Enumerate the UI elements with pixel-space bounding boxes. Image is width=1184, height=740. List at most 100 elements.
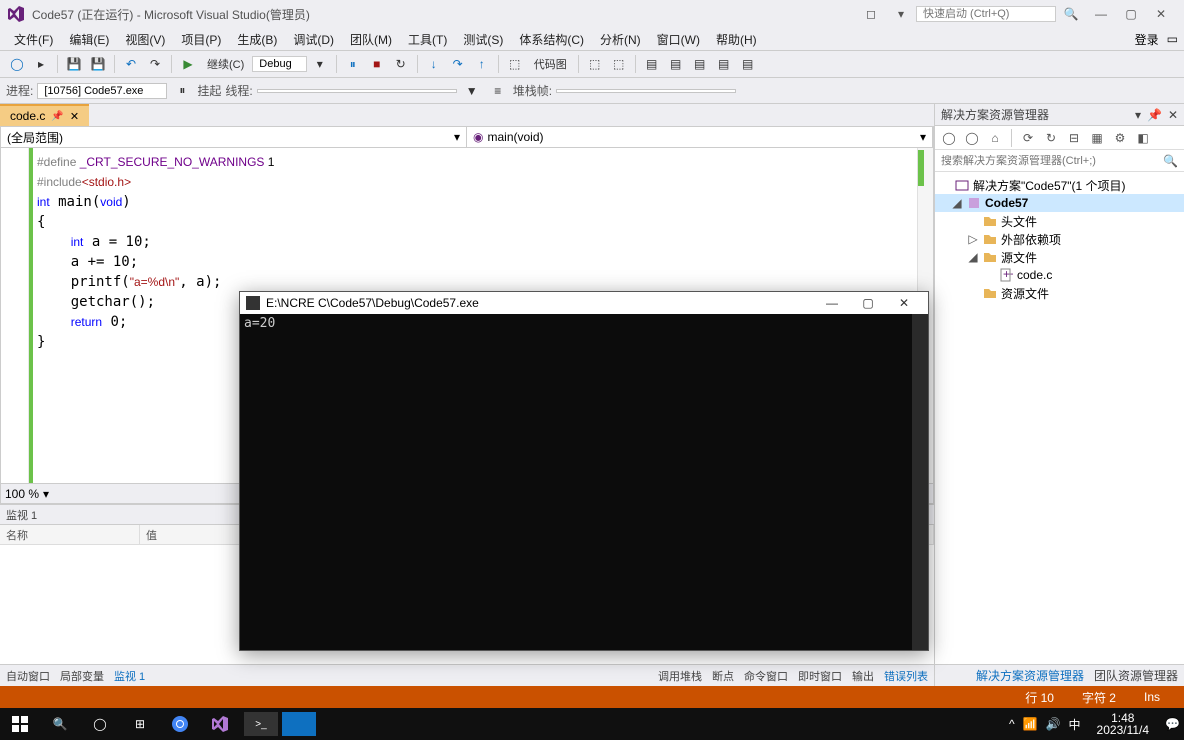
step-into-icon[interactable]: ↓ [423,53,445,75]
sol-props-icon[interactable]: ⚙ [1110,128,1130,148]
menu-tools[interactable]: 工具(T) [400,29,455,50]
sol-search-icon[interactable]: 🔍 [1157,154,1184,168]
zoom-combo[interactable]: 100 % [5,487,39,501]
sol-showall-icon[interactable]: ▦ [1087,128,1107,148]
search-icon[interactable]: 🔍 [1056,2,1086,26]
sol-home-icon[interactable]: ⌂ [985,128,1005,148]
notif-icon[interactable]: ◻ [856,2,886,26]
tab-locals[interactable]: 局部变量 [60,668,104,684]
tab-immediate[interactable]: 即时窗口 [798,668,842,684]
saveall-icon[interactable]: 💾 [87,53,109,75]
sol-dropdown-icon[interactable]: ▾ [1135,108,1141,122]
step-out-icon[interactable]: ↑ [471,53,493,75]
menu-team[interactable]: 团队(M) [342,29,400,50]
system-tray[interactable]: ^ 📶 🔊 中 1:482023/11/4 💬 [1009,712,1184,736]
menu-view[interactable]: 视图(V) [117,29,173,50]
thread-combo[interactable] [257,89,457,93]
tab-watch1[interactable]: 监视 1 [114,668,145,684]
config-combo[interactable]: Debug [252,56,306,72]
member-combo[interactable]: ◉main(void)▾ [467,127,933,147]
login-link[interactable]: 登录 [1135,31,1159,48]
save-icon[interactable]: 💾 [63,53,85,75]
taskview-icon[interactable]: ⊞ [120,708,160,740]
terminal-task-icon[interactable]: >_ [244,712,278,736]
minimize-icon[interactable]: — [1086,2,1116,26]
tab-autos[interactable]: 自动窗口 [6,668,50,684]
menu-debug[interactable]: 调试(D) [285,29,342,50]
sol-sync-icon[interactable]: ⟳ [1018,128,1038,148]
chrome-icon[interactable] [160,708,200,740]
restart-icon[interactable]: ↻ [390,53,412,75]
sol-preview-icon[interactable]: ◧ [1133,128,1153,148]
pin-icon[interactable]: 📌 [51,111,63,122]
cortana-icon[interactable]: ◯ [80,708,120,740]
tab-close-icon[interactable]: ✕ [70,110,79,123]
console-window[interactable]: E:\NCRE C\Code57\Debug\Code57.exe — ▢ ✕ … [239,291,929,651]
tool-icon-3[interactable]: ▤ [641,53,663,75]
sol-pin-icon[interactable]: 📌 [1147,108,1162,122]
menu-build[interactable]: 生成(B) [229,29,285,50]
scope-combo[interactable]: (全局范围)▾ [1,127,467,147]
tab-command[interactable]: 命令窗口 [744,668,788,684]
menu-edit[interactable]: 编辑(E) [61,29,117,50]
clock[interactable]: 1:482023/11/4 [1089,712,1158,736]
tab-breakpoints[interactable]: 断点 [712,668,734,684]
tab-errors[interactable]: 错误列表 [884,668,928,684]
tab-callstack[interactable]: 调用堆栈 [658,668,702,684]
continue-label[interactable]: 继续(C) [201,56,250,72]
step-over-icon[interactable]: ↷ [447,53,469,75]
sol-resource[interactable]: 资源文件 [935,284,1184,302]
menu-test[interactable]: 测试(S) [455,29,511,50]
close-icon[interactable]: ✕ [1146,2,1176,26]
tab-team-explorer[interactable]: 团队资源管理器 [1094,667,1178,684]
sol-headers[interactable]: 头文件 [935,212,1184,230]
console-scrollbar[interactable] [912,314,928,650]
tool-icon-5[interactable]: ▤ [689,53,711,75]
console-output[interactable]: a=20 [240,314,912,650]
console-min-icon[interactable]: — [814,292,850,314]
console-close-icon[interactable]: ✕ [886,292,922,314]
quick-launch-input[interactable] [916,6,1056,22]
continue-icon[interactable]: ▶ [177,53,199,75]
search-task-icon[interactable]: 🔍 [40,708,80,740]
sol-external[interactable]: ▷外部依赖项 [935,230,1184,248]
editor-margin[interactable] [1,148,29,483]
start-button[interactable] [0,708,40,740]
user-icon[interactable]: ▭ [1167,32,1178,46]
lang-indicator[interactable]: 中 [1069,716,1081,733]
menu-file[interactable]: 文件(F) [6,29,61,50]
console-max-icon[interactable]: ▢ [850,292,886,314]
tool-icon-6[interactable]: ▤ [713,53,735,75]
process-combo[interactable]: [10756] Code57.exe [37,83,167,99]
redo-icon[interactable]: ↷ [144,53,166,75]
sol-codec[interactable]: ++code.c [935,266,1184,284]
stackframe-combo[interactable] [556,89,736,93]
sol-tree[interactable]: 解决方案"Code57"(1 个项目) ◢Code57 头文件 ▷外部依赖项 ◢… [935,172,1184,664]
sol-refresh-icon[interactable]: ↻ [1041,128,1061,148]
tool-icon-4[interactable]: ▤ [665,53,687,75]
dropdown-icon[interactable]: ▾ [309,53,331,75]
nav-back-icon[interactable]: ◯ [6,53,28,75]
sol-close-icon[interactable]: ✕ [1168,108,1178,122]
notification-icon[interactable]: 💬 [1165,717,1180,731]
menu-project[interactable]: 项目(P) [173,29,229,50]
threads-icon[interactable]: ≡ [487,80,509,102]
zoom-dropdown-icon[interactable]: ▾ [43,487,49,501]
nav-fwd-icon[interactable]: ▸ [30,53,52,75]
sol-back-icon[interactable]: ◯ [939,128,959,148]
menu-analyze[interactable]: 分析(N) [592,29,649,50]
col-name[interactable]: 名称 [0,525,140,544]
sol-project[interactable]: ◢Code57 [935,194,1184,212]
tab-solution-explorer[interactable]: 解决方案资源管理器 [976,667,1084,684]
menu-arch[interactable]: 体系结构(C) [511,29,592,50]
codemap-label[interactable]: 代码图 [528,56,573,72]
tray-chevron-icon[interactable]: ^ [1009,717,1015,731]
wifi-icon[interactable]: 📶 [1023,717,1038,731]
sol-search-input[interactable] [935,155,1157,167]
stop-icon[interactable]: ■ [366,53,388,75]
maximize-icon[interactable]: ▢ [1116,2,1146,26]
tab-code-c[interactable]: code.c 📌 ✕ [0,104,89,126]
undo-icon[interactable]: ↶ [120,53,142,75]
codemap-icon[interactable]: ⬚ [504,53,526,75]
sol-root[interactable]: 解决方案"Code57"(1 个项目) [935,176,1184,194]
